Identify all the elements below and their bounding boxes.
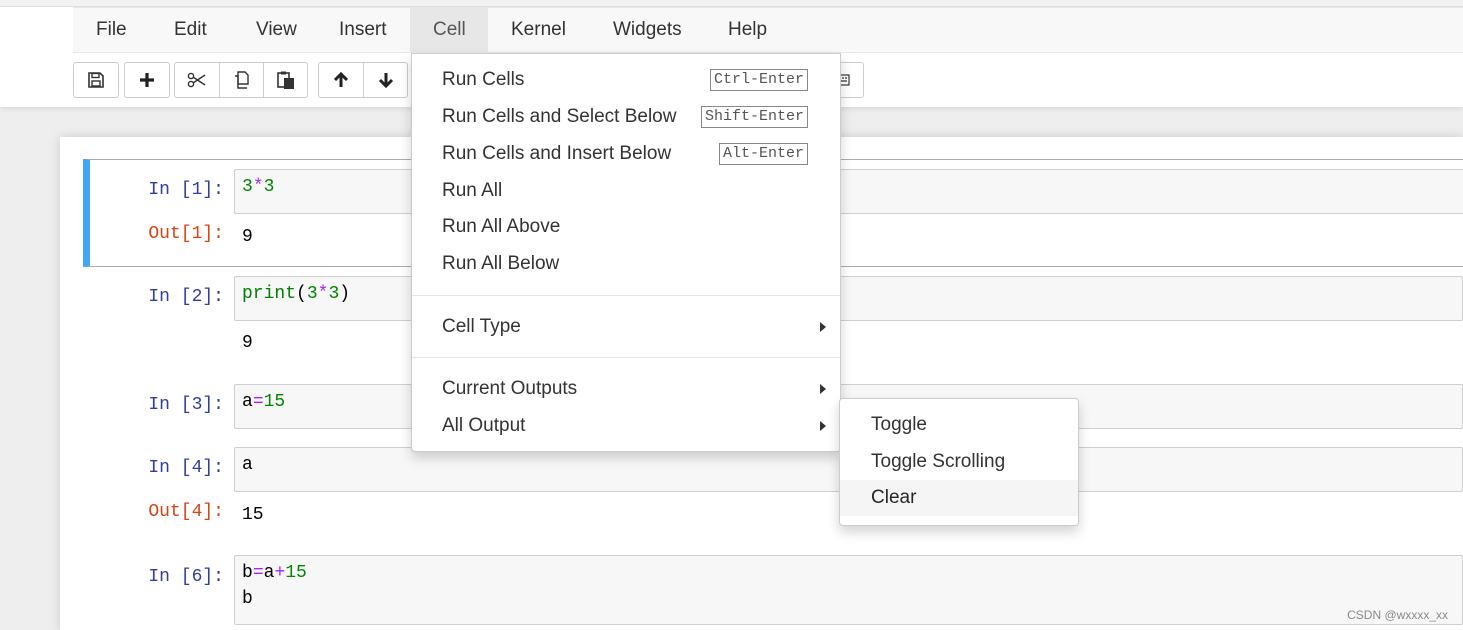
arrow-down-icon: [378, 73, 393, 89]
move-down-button[interactable]: [363, 63, 407, 97]
arrow-up-icon: [333, 71, 349, 87]
plus-icon: [140, 73, 154, 87]
caret-right-icon: [820, 322, 826, 332]
paste-button[interactable]: [263, 63, 307, 97]
input-prompt: In [2]:: [148, 287, 224, 307]
menu-file[interactable]: File: [73, 8, 150, 52]
menu-item-cell-type[interactable]: Cell Type: [412, 309, 840, 345]
menu-item-run-cells[interactable]: Run Cells Ctrl-Enter: [412, 62, 840, 98]
shortcut-badge: Ctrl-Enter: [709, 69, 808, 91]
menu-item-run-all[interactable]: Run All: [412, 173, 840, 209]
output-prompt: Out[4]:: [148, 502, 224, 522]
cell-output: 9: [242, 333, 253, 353]
header-top-strip: [0, 0, 1463, 7]
caret-right-icon: [820, 384, 826, 394]
cell-output: 9: [242, 227, 253, 247]
menu-item-run-all-below[interactable]: Run All Below: [412, 246, 840, 282]
save-button[interactable]: [74, 63, 118, 97]
output-prompt: Out[1]:: [148, 224, 224, 244]
menu-divider: [412, 295, 840, 296]
save-icon: [88, 72, 104, 88]
input-prompt: In [6]:: [148, 567, 224, 587]
copy-button[interactable]: [219, 63, 263, 97]
submenu-item-clear[interactable]: Clear: [840, 480, 1078, 516]
code-cell-4[interactable]: In [4]: a Out[4]: 15: [83, 446, 1463, 546]
watermark: CSDN @wxxxx_xx: [1347, 608, 1448, 622]
insert-cell-button[interactable]: [125, 63, 169, 97]
copy-icon: [234, 71, 249, 89]
menu-item-run-cells-select-below[interactable]: Run Cells and Select Below Shift-Enter: [412, 99, 840, 135]
menu-item-run-all-above[interactable]: Run All Above: [412, 209, 840, 245]
input-prompt: In [1]:: [148, 180, 224, 200]
shortcut-badge: Alt-Enter: [718, 143, 808, 165]
menu-item-current-outputs[interactable]: Current Outputs: [412, 371, 840, 407]
cell-menu-dropdown: Run Cells Ctrl-Enter Run Cells and Selec…: [411, 53, 841, 452]
all-output-submenu: Toggle Toggle Scrolling Clear: [839, 398, 1079, 526]
move-group: [318, 62, 408, 98]
edit-group: [174, 62, 308, 98]
submenu-item-toggle[interactable]: Toggle: [840, 407, 1078, 443]
scissors-icon: [187, 72, 206, 88]
submenu-item-toggle-scrolling[interactable]: Toggle Scrolling: [840, 444, 1078, 480]
save-group: [73, 62, 119, 98]
insert-group: [124, 62, 170, 98]
cut-button[interactable]: [175, 63, 219, 97]
menu-item-run-cells-insert-below[interactable]: Run Cells and Insert Below Alt-Enter: [412, 136, 840, 172]
move-up-button[interactable]: [319, 63, 363, 97]
menubar: File Edit View Insert Cell Kernel Widget…: [73, 7, 1463, 53]
input-prompt: In [4]:: [148, 458, 224, 478]
paste-icon: [276, 71, 294, 89]
menu-help[interactable]: Help: [705, 8, 790, 52]
cell-output: 15: [242, 505, 264, 525]
code-line: b: [242, 589, 253, 609]
menu-widgets[interactable]: Widgets: [590, 8, 705, 52]
menu-cell[interactable]: Cell: [410, 8, 488, 52]
shortcut-badge: Shift-Enter: [700, 106, 808, 128]
menu-view[interactable]: View: [233, 8, 320, 52]
menu-divider: [412, 357, 840, 358]
code-line: b=a+15: [242, 563, 307, 583]
menu-item-all-output[interactable]: All Output: [412, 408, 840, 444]
menu-kernel[interactable]: Kernel: [488, 8, 589, 52]
menu-insert[interactable]: Insert: [316, 8, 410, 52]
code-input[interactable]: b=a+15 b: [234, 555, 1463, 625]
code-cell-6[interactable]: In [6]: b=a+15 b: [83, 554, 1463, 630]
input-prompt: In [3]:: [148, 395, 224, 415]
menu-edit[interactable]: Edit: [151, 8, 230, 52]
caret-right-icon: [820, 421, 826, 431]
